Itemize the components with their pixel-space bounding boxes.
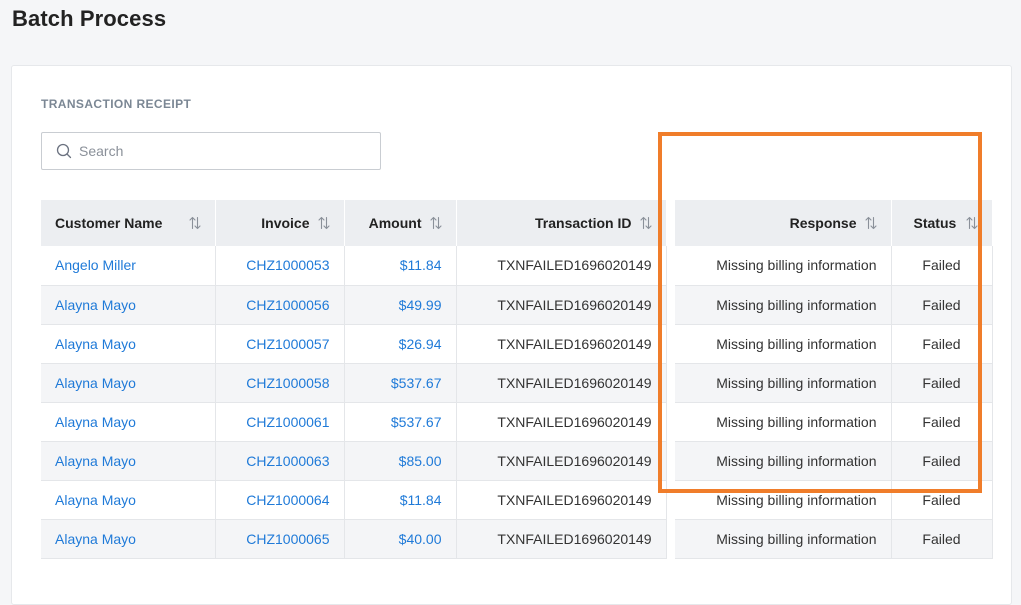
cell-response: Missing billing information (675, 363, 892, 403)
cell-customer-name[interactable]: Alayna Mayo (41, 480, 216, 520)
page-title: Batch Process (12, 6, 167, 31)
column-header-status[interactable]: Status (891, 200, 993, 246)
cell-transaction-id: TXNFAILED1696020149 (456, 324, 667, 364)
table-header-row: Customer Name Invoice Amount Transaction… (41, 200, 993, 246)
cell-response: Missing billing information (675, 519, 892, 559)
table-body: Angelo Miller CHZ1000053 $11.84 TXNFAILED16… (41, 246, 993, 559)
column-header-label: Response (789, 215, 857, 231)
table-row[interactable]: Alayna Mayo CHZ1000064 $11.84 TXNFAILED1696… (41, 480, 993, 520)
cell-status: Failed (891, 246, 993, 286)
table-row[interactable]: Alayna Mayo CHZ1000056 $49.99 TXNFAILED1696… (41, 285, 993, 325)
cell-transaction-id: TXNFAILED1696020149 (456, 363, 667, 403)
cell-invoice[interactable]: CHZ1000053 (215, 246, 345, 286)
search-box[interactable] (41, 132, 381, 170)
column-header-transaction-id[interactable]: Transaction ID (456, 200, 667, 246)
column-header-invoice[interactable]: Invoice (215, 200, 345, 246)
column-header-label: Transaction ID (535, 215, 632, 231)
cell-amount[interactable]: $11.84 (344, 480, 457, 520)
cell-status: Failed (891, 324, 993, 364)
column-spacer (666, 324, 675, 363)
cell-amount[interactable]: $40.00 (344, 519, 457, 559)
transaction-receipt-card: TRANSACTION RECEIPT Customer Name Invoic… (11, 65, 1012, 605)
search-input[interactable] (79, 143, 359, 159)
cell-invoice[interactable]: CHZ1000057 (215, 324, 345, 364)
sort-icon[interactable] (864, 216, 877, 230)
cell-response: Missing billing information (675, 402, 892, 442)
cell-response: Missing billing information (675, 441, 892, 481)
column-spacer (666, 246, 675, 285)
cell-amount[interactable]: $537.67 (344, 402, 457, 442)
column-spacer (666, 480, 675, 519)
cell-transaction-id: TXNFAILED1696020149 (456, 285, 667, 325)
cell-invoice[interactable]: CHZ1000063 (215, 441, 345, 481)
table-row[interactable]: Alayna Mayo CHZ1000063 $85.00 TXNFAILED1696… (41, 441, 993, 481)
column-spacer (666, 402, 675, 441)
cell-amount[interactable]: $85.00 (344, 441, 457, 481)
column-header-label: Status (913, 215, 957, 231)
cell-customer-name[interactable]: Alayna Mayo (41, 441, 216, 481)
cell-amount[interactable]: $537.67 (344, 363, 457, 403)
cell-invoice[interactable]: CHZ1000061 (215, 402, 345, 442)
table-row[interactable]: Alayna Mayo CHZ1000061 $537.67 TXNFAILED169… (41, 402, 993, 442)
column-header-label: Invoice (261, 215, 310, 231)
cell-status: Failed (891, 363, 993, 403)
cell-transaction-id: TXNFAILED1696020149 (456, 480, 667, 520)
cell-response: Missing billing information (675, 324, 892, 364)
cell-response: Missing billing information (675, 285, 892, 325)
table-row[interactable]: Alayna Mayo CHZ1000058 $537.67 TXNFAILED169… (41, 363, 993, 403)
cell-invoice[interactable]: CHZ1000065 (215, 519, 345, 559)
column-spacer (666, 200, 675, 246)
cell-invoice[interactable]: CHZ1000058 (215, 363, 345, 403)
cell-customer-name[interactable]: Alayna Mayo (41, 324, 216, 364)
column-header-customer-name[interactable]: Customer Name (41, 200, 216, 246)
cell-status: Failed (891, 480, 993, 520)
cell-invoice[interactable]: CHZ1000056 (215, 285, 345, 325)
column-spacer (666, 363, 675, 402)
table-row[interactable]: Alayna Mayo CHZ1000065 $40.00 TXNFAILED1696… (41, 519, 993, 559)
column-header-label: Customer Name (55, 215, 163, 231)
cell-customer-name[interactable]: Alayna Mayo (41, 285, 216, 325)
cell-amount[interactable]: $26.94 (344, 324, 457, 364)
column-spacer (666, 519, 675, 558)
cell-transaction-id: TXNFAILED1696020149 (456, 402, 667, 442)
cell-status: Failed (891, 519, 993, 559)
section-label: TRANSACTION RECEIPT (41, 97, 192, 111)
cell-amount[interactable]: $49.99 (344, 285, 457, 325)
cell-transaction-id: TXNFAILED1696020149 (456, 519, 667, 559)
cell-customer-name[interactable]: Angelo Miller (41, 246, 216, 286)
cell-customer-name[interactable]: Alayna Mayo (41, 402, 216, 442)
cell-transaction-id: TXNFAILED1696020149 (456, 441, 667, 481)
transaction-table: Customer Name Invoice Amount Transaction… (41, 200, 993, 559)
cell-amount[interactable]: $11.84 (344, 246, 457, 286)
column-spacer (666, 285, 675, 324)
sort-icon[interactable] (188, 216, 201, 230)
column-header-label: Amount (368, 215, 422, 231)
cell-status: Failed (891, 402, 993, 442)
column-spacer (666, 441, 675, 480)
column-header-response[interactable]: Response (675, 200, 892, 246)
cell-invoice[interactable]: CHZ1000064 (215, 480, 345, 520)
table-row[interactable]: Alayna Mayo CHZ1000057 $26.94 TXNFAILED1696… (41, 324, 993, 364)
cell-transaction-id: TXNFAILED1696020149 (456, 246, 667, 286)
cell-status: Failed (891, 285, 993, 325)
sort-icon[interactable] (429, 216, 442, 230)
sort-icon[interactable] (965, 216, 978, 230)
cell-customer-name[interactable]: Alayna Mayo (41, 519, 216, 559)
cell-response: Missing billing information (675, 480, 892, 520)
sort-icon[interactable] (317, 216, 330, 230)
column-header-amount[interactable]: Amount (344, 200, 457, 246)
cell-customer-name[interactable]: Alayna Mayo (41, 363, 216, 403)
cell-status: Failed (891, 441, 993, 481)
cell-response: Missing billing information (675, 246, 892, 286)
sort-icon[interactable] (639, 216, 652, 230)
table-row[interactable]: Angelo Miller CHZ1000053 $11.84 TXNFAILED16… (41, 246, 993, 286)
search-icon (56, 143, 72, 159)
